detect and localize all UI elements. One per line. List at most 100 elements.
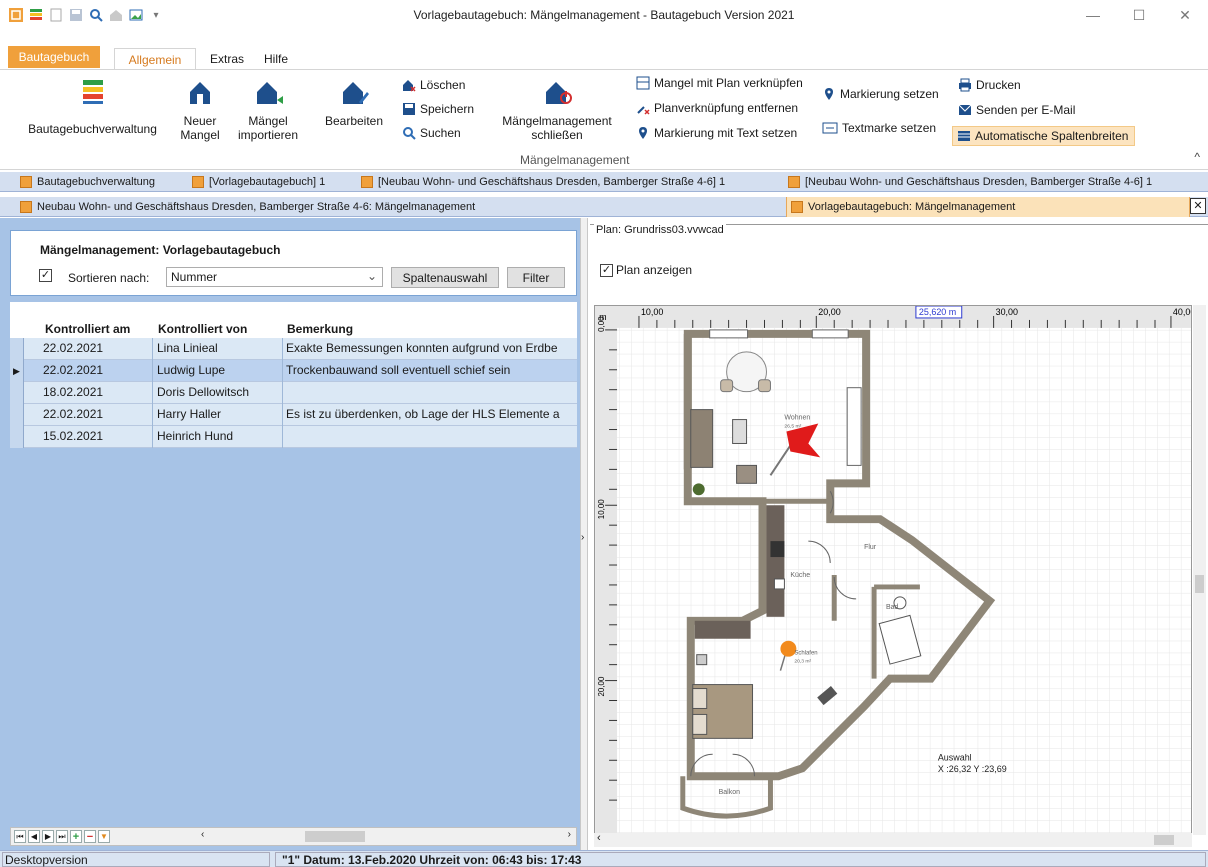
cell-date: 22.02.2021: [43, 363, 104, 377]
row-indicator[interactable]: [10, 426, 24, 448]
scroll-left-icon[interactable]: ‹: [201, 829, 204, 840]
header-bemerkung[interactable]: Bemerkung: [287, 322, 353, 336]
ruler-tick-label: 20,00: [818, 307, 840, 317]
table-row[interactable]: 22.02.2021 Lina Linieal Exakte Bemessung…: [10, 338, 577, 360]
plan-vertical-scrollbar[interactable]: [1193, 305, 1206, 835]
floor-plan-canvas[interactable]: m 10,00 20,00 25,620 m 30,00 40,00 0,00 …: [594, 305, 1192, 835]
table-row[interactable]: 18.02.2021 Doris Dellowitsch: [10, 382, 577, 404]
speichern-button[interactable]: Speichern: [402, 102, 474, 116]
overview-icon[interactable]: [28, 7, 44, 23]
automatische-spaltenbreiten-button[interactable]: Automatische Spaltenbreiten: [952, 126, 1136, 146]
last-record-icon[interactable]: ⏭: [56, 830, 68, 843]
plan-horizontal-scrollbar[interactable]: ‹: [594, 832, 1192, 847]
scroll-thumb[interactable]: [1154, 835, 1174, 845]
plan-anzeigen-checkbox[interactable]: ✓ Plan anzeigen: [600, 263, 692, 277]
splitter-arrow-icon[interactable]: ›: [581, 532, 584, 543]
markierung-setzen-button[interactable]: Markierung setzen: [822, 87, 939, 101]
doctab-neubau-maengel[interactable]: Neubau Wohn- und Geschäftshaus Dresden, …: [16, 197, 479, 217]
bearbeiten-button[interactable]: Bearbeiten: [314, 78, 394, 128]
tab-hilfe[interactable]: Hilfe: [256, 48, 296, 70]
panel-splitter[interactable]: ›: [580, 218, 588, 850]
table-row[interactable]: ▶ 22.02.2021 Ludwig Lupe Trockenbauwand …: [10, 360, 577, 382]
document-icon: [20, 201, 32, 213]
search-icon[interactable]: [88, 7, 104, 23]
scroll-right-icon[interactable]: ›: [568, 829, 571, 840]
header-kontrolliert-von[interactable]: Kontrolliert von: [158, 322, 247, 336]
ribbon-collapse-icon[interactable]: ^: [1194, 150, 1200, 164]
doctab-vorlagebautagebuch[interactable]: [Vorlagebautagebuch] 1: [188, 172, 329, 192]
close-icon[interactable]: ✕: [1162, 0, 1208, 30]
house-icon: [190, 82, 210, 104]
new-document-icon[interactable]: [48, 7, 64, 23]
ruler-cursor-position: 25,620 m: [919, 307, 956, 317]
delete-record-icon[interactable]: −: [84, 830, 96, 843]
tab-extras[interactable]: Extras: [200, 48, 254, 70]
senden-email-button[interactable]: Senden per E-Mail: [958, 103, 1075, 117]
room-label: Wohnen: [784, 415, 810, 422]
mangel-plan-label: Mangel mit Plan verknüpfen: [654, 76, 803, 90]
minimize-icon[interactable]: —: [1070, 0, 1116, 30]
doctab-neubau-2[interactable]: [Neubau Wohn- und Geschäftshaus Dresden,…: [784, 172, 1156, 192]
schliessen-label-1: Mängelmanagement: [502, 114, 612, 128]
tab-bautagebuch[interactable]: Bautagebuch: [8, 46, 100, 68]
spaltenauswahl-button[interactable]: Spaltenauswahl: [391, 267, 499, 288]
drucken-button[interactable]: Drucken: [958, 78, 1021, 92]
cell-by: Heinrich Hund: [157, 429, 234, 443]
add-record-icon[interactable]: +: [70, 830, 82, 843]
row-indicator[interactable]: [10, 404, 24, 426]
planverknuepfung-entfernen-button[interactable]: Planverknüpfung entfernen: [636, 101, 798, 115]
scroll-left-icon[interactable]: ‹: [597, 832, 601, 844]
filter-button[interactable]: Filter: [507, 267, 565, 288]
filter-record-icon[interactable]: ▼: [98, 830, 110, 843]
mangel-plan-verknuepfen-button[interactable]: Mangel mit Plan verknüpfen: [636, 76, 803, 90]
status-version: Desktopversion: [2, 852, 270, 867]
header-kontrolliert-am[interactable]: Kontrolliert am: [45, 322, 130, 336]
customize-qat-icon[interactable]: ▾: [148, 7, 164, 23]
close-tab-icon[interactable]: ✕: [1190, 198, 1206, 214]
save-icon[interactable]: [68, 7, 84, 23]
scroll-thumb[interactable]: [305, 831, 365, 842]
table-horizontal-scrollbar[interactable]: ‹ ›: [197, 829, 575, 844]
markierung-mit-text-button[interactable]: Markierung mit Text setzen: [636, 126, 797, 140]
doctab-neubau-1[interactable]: [Neubau Wohn- und Geschäftshaus Dresden,…: [357, 172, 729, 192]
sort-checkbox[interactable]: ✓: [39, 269, 52, 282]
doctab-label: [Neubau Wohn- und Geschäftshaus Dresden,…: [378, 176, 726, 188]
cell-date: 22.02.2021: [43, 341, 104, 355]
sort-select[interactable]: Nummer ⌄: [166, 267, 383, 287]
scroll-thumb[interactable]: [1195, 575, 1204, 593]
row-indicator[interactable]: [10, 382, 24, 404]
loeschen-button[interactable]: Löschen: [402, 78, 465, 92]
first-record-icon[interactable]: ⏮: [14, 830, 26, 843]
neuer-mangel-button[interactable]: Neuer Mangel: [178, 78, 222, 142]
email-icon: [958, 104, 972, 115]
map-pin-icon: [825, 88, 833, 100]
table-row[interactable]: 15.02.2021 Heinrich Hund: [10, 426, 577, 448]
row-indicator[interactable]: [10, 338, 24, 360]
room-area: 26,5 m²: [784, 424, 801, 430]
table-row[interactable]: 22.02.2021 Harry Haller Es ist zu überde…: [10, 404, 577, 426]
bautagebuchverwaltung-button[interactable]: Bautagebuchverwaltung: [20, 78, 165, 136]
plan-frame-label: Plan: Grundriss03.vvwcad: [594, 224, 726, 236]
suchen-button[interactable]: Suchen: [402, 126, 461, 140]
text-marker-icon: [822, 122, 838, 134]
prev-record-icon[interactable]: ◀: [28, 830, 40, 843]
doctab-label: Neubau Wohn- und Geschäftshaus Dresden, …: [37, 201, 476, 213]
image-icon[interactable]: [128, 7, 144, 23]
cell-by: Harry Haller: [157, 407, 222, 421]
house-icon[interactable]: [108, 7, 124, 23]
email-label: Senden per E-Mail: [976, 103, 1076, 117]
maximize-icon[interactable]: ☐: [1116, 0, 1162, 30]
doctab-label: Bautagebuchverwaltung: [37, 176, 156, 188]
importieren-label: importieren: [237, 128, 299, 142]
maengel-importieren-button[interactable]: Mängel importieren: [233, 78, 303, 142]
doctab-vorlage-maengel[interactable]: Vorlagebautagebuch: Mängelmanagement: [786, 197, 1190, 217]
next-record-icon[interactable]: ▶: [42, 830, 54, 843]
current-row-indicator-icon[interactable]: ▶: [10, 360, 24, 382]
cell-note: Trockenbauwand soll eventuell schief sei…: [286, 363, 511, 377]
doctab-bautagebuchverwaltung[interactable]: Bautagebuchverwaltung: [16, 172, 159, 192]
app-icon: [8, 7, 24, 23]
maengelmanagement-schliessen-button[interactable]: Mängelmanagement schließen: [492, 78, 622, 142]
tab-allgemein[interactable]: Allgemein: [114, 48, 196, 70]
schliessen-label-2: schließen: [531, 128, 583, 142]
textmarke-setzen-button[interactable]: Textmarke setzen: [822, 121, 936, 135]
